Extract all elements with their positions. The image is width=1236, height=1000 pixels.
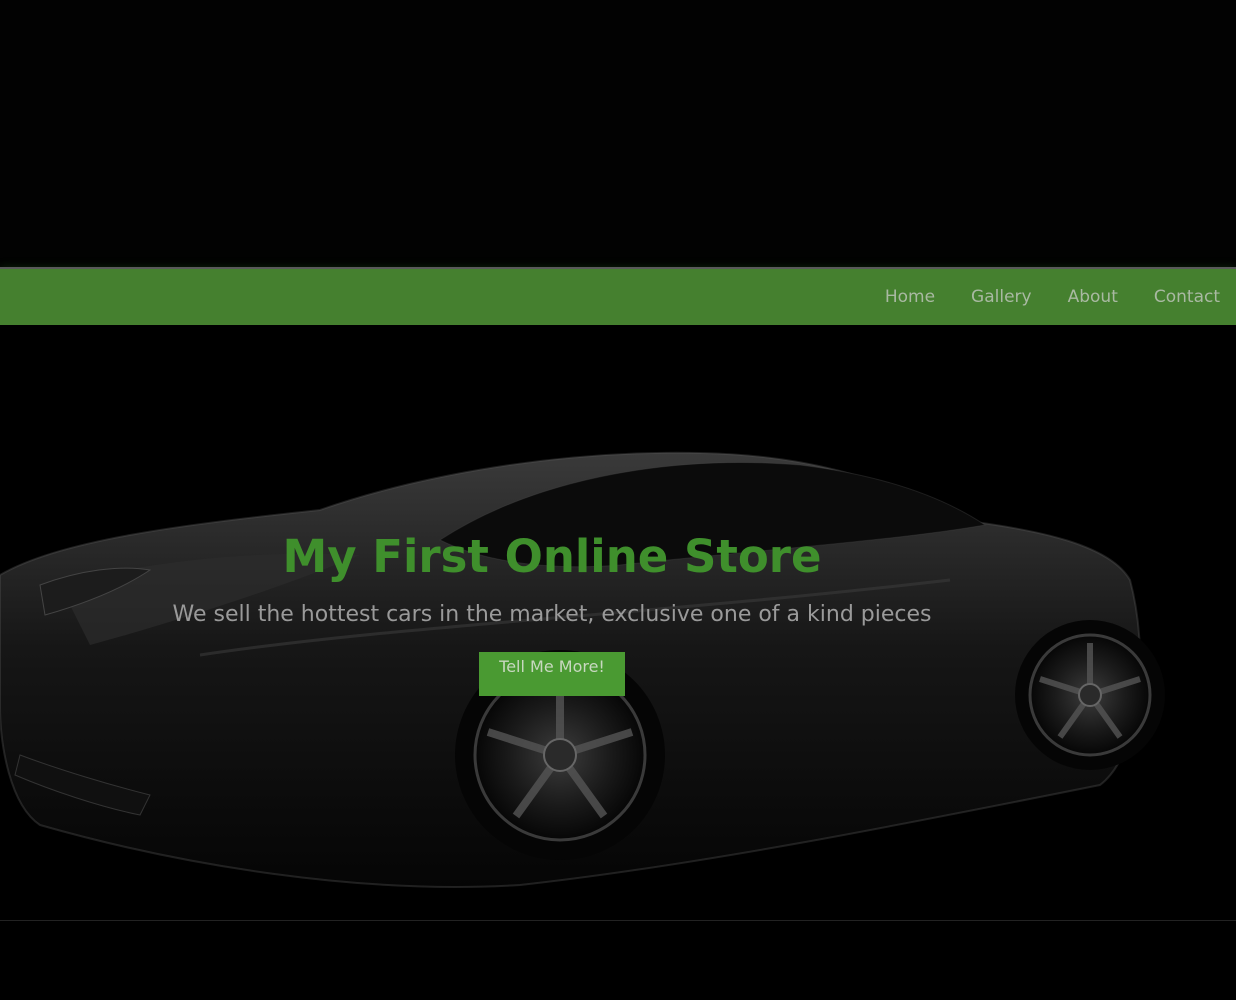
nav-link-about[interactable]: About <box>1068 287 1118 307</box>
nav-link-contact[interactable]: Contact <box>1154 287 1220 307</box>
navbar: Home Gallery About Contact <box>0 267 1236 325</box>
nav-link-home[interactable]: Home <box>885 287 935 307</box>
page: Home Gallery About Contact My First Onli… <box>0 0 1236 1000</box>
tell-me-more-button[interactable]: Tell Me More! <box>479 652 625 696</box>
top-blank-area <box>0 0 1236 267</box>
hero-subtitle: We sell the hottest cars in the market, … <box>172 602 932 627</box>
nav-link-gallery[interactable]: Gallery <box>971 287 1032 307</box>
footer-area <box>0 920 1236 1000</box>
hero-title: My First Online Store <box>282 530 822 583</box>
nav-links: Home Gallery About Contact <box>885 269 1220 325</box>
